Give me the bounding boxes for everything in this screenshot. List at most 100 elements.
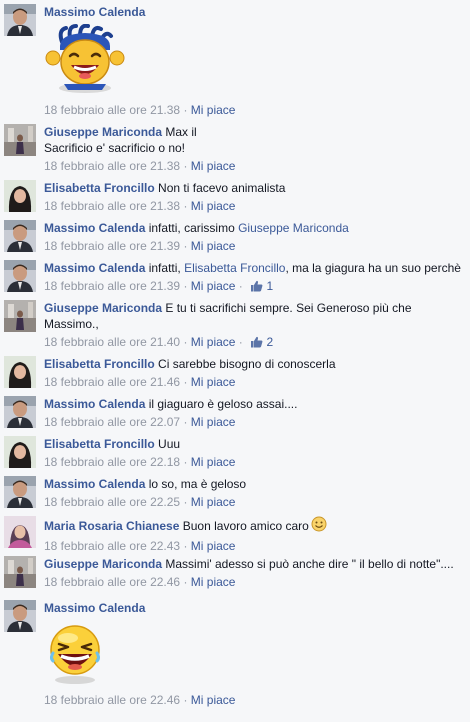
comment-author-link[interactable]: Massimo Calenda [44,397,145,411]
comment-timestamp[interactable]: 18 febbraio alle ore 21.46 [44,375,180,389]
comment-timestamp[interactable]: 18 febbraio alle ore 22.07 [44,415,180,429]
like-link[interactable]: Mi piace [191,375,236,389]
comment-timestamp[interactable]: 18 febbraio alle ore 21.39 [44,239,180,253]
avatar[interactable] [4,356,36,388]
like-link[interactable]: Mi piace [191,539,236,553]
comment-text: Buon lavoro amico caro [182,519,309,533]
avatar[interactable] [4,600,36,632]
cheering-face-sticker-icon [44,23,464,100]
comment-meta: 18 febbraio alle ore 21.38 · Mi piace [44,198,464,214]
like-link[interactable]: Mi piace [191,239,236,253]
comment-content: Maria Rosaria Chianese Buon lavoro amico… [44,516,464,554]
like-link[interactable]: Mi piace [191,199,236,213]
comment-timestamp[interactable]: 18 febbraio alle ore 22.46 [44,693,180,707]
like-count[interactable]: 1 [263,279,273,293]
like-link[interactable]: Mi piace [191,575,236,589]
comment-author-link[interactable]: Massimo Calenda [44,261,145,275]
comment-text: E tu ti sacrifichi sempre. Sei Generoso … [165,301,412,315]
avatar[interactable] [4,124,36,156]
like-link[interactable]: Mi piace [191,693,236,707]
avatar[interactable] [4,260,36,292]
separator-dot: · [180,375,191,389]
comment-meta: 18 febbraio alle ore 22.07 · Mi piace [44,414,464,430]
comment-text: Max il [165,125,197,139]
comment-content: Massimo Calenda il giaguaro è geloso ass… [44,396,464,430]
comment-text: Non ti facevo animalista [158,181,286,195]
comment-author-link[interactable]: Massimo Calenda [44,601,145,615]
avatar[interactable] [4,180,36,212]
comment-text: Uuu [158,437,181,451]
comment-text: Massimi' adesso si può anche dire " il b… [165,557,454,571]
avatar[interactable] [4,516,36,548]
comment-content: Giuseppe Mariconda Max il Sacrificio e' s… [44,124,464,174]
comment-body: Massimo Calenda lo so, ma è geloso [44,476,464,492]
comment-timestamp[interactable]: 18 febbraio alle ore 21.38 [44,199,180,213]
comment-author-link[interactable]: Maria Rosaria Chianese [44,519,179,533]
comment-timestamp[interactable]: 18 febbraio alle ore 21.39 [44,279,180,293]
comment-timestamp[interactable]: 18 febbraio alle ore 22.25 [44,495,180,509]
separator-dot: · [180,335,191,349]
separator-dot: · [180,415,191,429]
avatar[interactable] [4,436,36,468]
like-link[interactable]: Mi piace [191,103,236,117]
comment-body: Elisabetta Froncillo Ci sarebbe bisogno … [44,356,464,372]
comment-author-link[interactable]: Elisabetta Froncillo [44,437,155,451]
comment-body: Massimo Calenda [44,600,464,616]
comment-body: Giuseppe Mariconda Max il Sacrificio e' s… [44,124,464,156]
mention-link[interactable]: Giuseppe Mariconda [238,221,349,235]
comment-author-link[interactable]: Elisabetta Froncillo [44,357,155,371]
comment-text: Massimo., [44,317,99,331]
thumbs-up-icon[interactable] [250,280,263,296]
separator-dot: · [180,575,191,589]
like-link[interactable]: Mi piace [191,159,236,173]
comment-meta: 18 febbraio alle ore 22.25 · Mi piace [44,494,464,510]
comment-meta: 18 febbraio alle ore 21.39 · Mi piace [44,238,464,254]
comment-content: Elisabetta Froncillo Non ti facevo anima… [44,180,464,214]
separator-dot: · [180,495,191,509]
like-link[interactable]: Mi piace [191,279,236,293]
comment-author-link[interactable]: Elisabetta Froncillo [44,181,155,195]
avatar[interactable] [4,220,36,252]
comment-timestamp[interactable]: 18 febbraio alle ore 22.46 [44,575,180,589]
comment-timestamp[interactable]: 18 febbraio alle ore 21.38 [44,103,180,117]
comment-meta: 18 febbraio alle ore 22.46 · Mi piace [44,574,464,590]
comment-author-link[interactable]: Giuseppe Mariconda [44,301,162,315]
comment-author-link[interactable]: Massimo Calenda [44,221,145,235]
comment-meta: 18 febbraio alle ore 22.46 · Mi piace [44,692,464,708]
like-link[interactable]: Mi piace [191,495,236,509]
comment-author-link[interactable]: Giuseppe Mariconda [44,125,162,139]
comment-author-link[interactable]: Massimo Calenda [44,5,145,19]
comment-author-link[interactable]: Massimo Calenda [44,477,145,491]
comment-body: Massimo Calenda infatti, Elisabetta Fron… [44,260,464,276]
avatar[interactable] [4,396,36,428]
comment-timestamp[interactable]: 18 febbraio alle ore 22.18 [44,455,180,469]
mention-link[interactable]: Elisabetta Froncillo [184,261,285,275]
comment-timestamp[interactable]: 18 febbraio alle ore 21.40 [44,335,180,349]
comment-timestamp[interactable]: 18 febbraio alle ore 21.38 [44,159,180,173]
comment-body: Giuseppe Mariconda Massimi' adesso si pu… [44,556,464,572]
comment-body: Maria Rosaria Chianese Buon lavoro amico… [44,516,464,536]
separator-dot: · [180,199,191,213]
comment-text: , ma la giagura ha un suo perchè [285,261,461,275]
comment-body: Massimo Calenda il giaguaro è geloso ass… [44,396,464,412]
avatar[interactable] [4,476,36,508]
comment-body: Giuseppe Mariconda E tu ti sacrifichi se… [44,300,464,332]
like-link[interactable]: Mi piace [191,335,236,349]
comment-body: Massimo Calenda infatti, carissimo Giuse… [44,220,464,236]
comment-content: Massimo Calenda infatti, carissimo Giuse… [44,220,464,254]
avatar[interactable] [4,4,36,36]
like-link[interactable]: Mi piace [191,415,236,429]
comment-author-link[interactable]: Giuseppe Mariconda [44,557,162,571]
separator-dot: · [180,539,191,553]
like-link[interactable]: Mi piace [191,455,236,469]
like-count[interactable]: 2 [263,335,273,349]
comment-timestamp[interactable]: 18 febbraio alle ore 22.43 [44,539,180,553]
separator-dot: · [180,159,191,173]
avatar[interactable] [4,300,36,332]
separator-dot: · [235,335,247,349]
comment-body: Elisabetta Froncillo Uuu [44,436,464,452]
comment-meta: 18 febbraio alle ore 22.18 · Mi piace [44,454,464,470]
laughing-face-sticker-icon [44,620,464,690]
thumbs-up-icon[interactable] [250,336,263,352]
avatar[interactable] [4,556,36,588]
